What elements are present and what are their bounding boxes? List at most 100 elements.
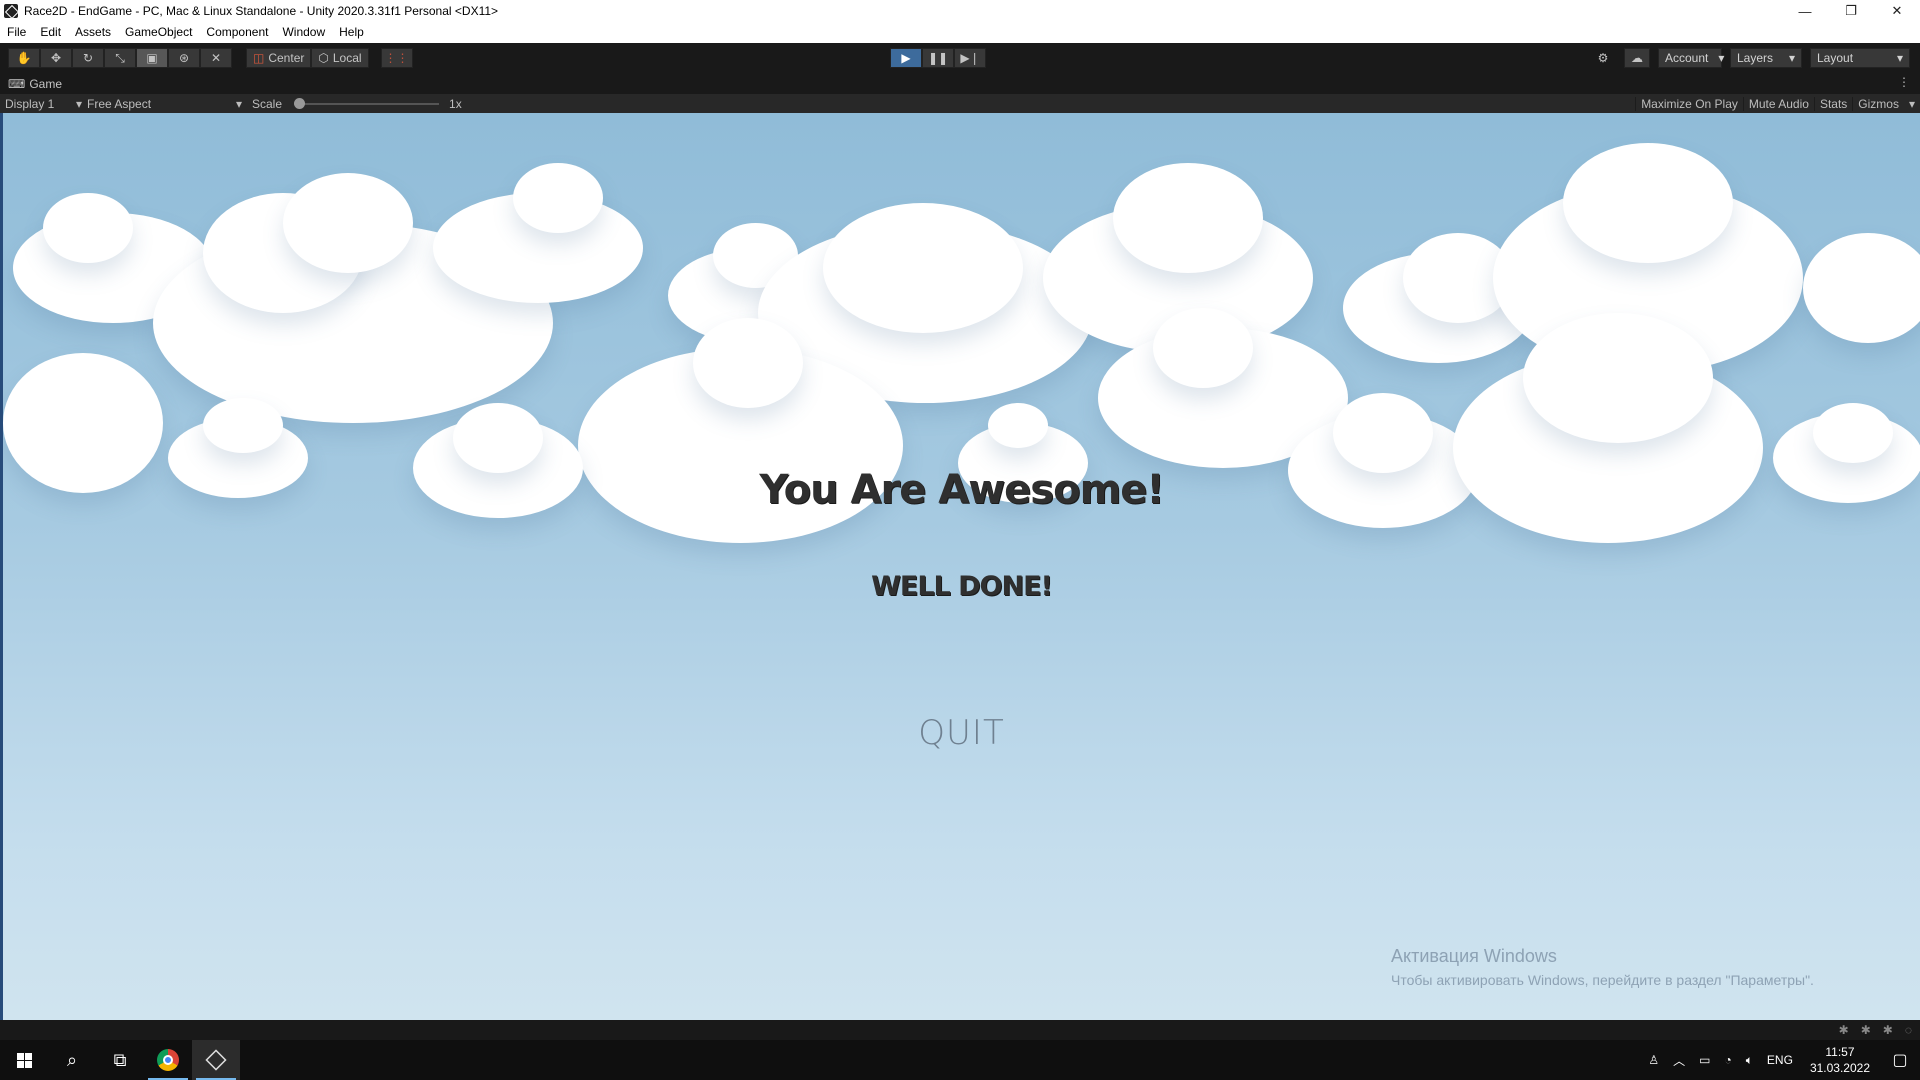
cloud	[1563, 143, 1733, 263]
step-button[interactable]: ▶❘	[954, 48, 986, 68]
taskbar-chrome[interactable]	[144, 1040, 192, 1080]
clock[interactable]: 11:57 31.03.2022	[1800, 1044, 1880, 1076]
layout-dropdown[interactable]: Layout ▾	[1810, 48, 1910, 68]
cloud	[693, 318, 803, 408]
pause-button[interactable]: ❚❚	[922, 48, 954, 68]
start-button[interactable]	[0, 1040, 48, 1080]
pivot-local-label: Local	[332, 51, 362, 65]
cloud	[1523, 313, 1713, 443]
volume-icon[interactable]: 🔈︎	[1739, 1053, 1760, 1068]
account-dropdown[interactable]: Account ▾	[1658, 48, 1725, 68]
minimize-button[interactable]: —	[1782, 0, 1828, 22]
menu-file[interactable]: File	[0, 22, 33, 43]
bug-icon[interactable]: ✱	[1839, 1023, 1849, 1037]
close-button[interactable]: ✕	[1874, 0, 1920, 22]
windows-activation-watermark: Активация Windows Чтобы активировать Win…	[1391, 946, 1814, 988]
bug-icon[interactable]: ✱	[1883, 1023, 1893, 1037]
pivot-icon: ◫	[253, 51, 265, 65]
scale-value: 1x	[449, 96, 462, 111]
cloud	[1803, 233, 1920, 343]
game-tab[interactable]: ⌨ Game	[0, 77, 62, 91]
cloud	[1113, 163, 1263, 273]
rotate-icon: ↻	[82, 51, 94, 65]
people-icon[interactable]: ♙	[1641, 1053, 1666, 1067]
menu-assets[interactable]: Assets	[68, 22, 118, 43]
layers-dropdown[interactable]: Layers ▾	[1730, 48, 1802, 68]
toolbar-right: ⚙ ☁ Account ▾ Layers ▾ Layout ▾	[1590, 48, 1910, 68]
display-label: Display 1	[5, 96, 55, 111]
clock-time: 11:57	[1825, 1045, 1855, 1059]
maximize-button[interactable]: ❐	[1828, 0, 1874, 22]
play-button[interactable]: ▶	[890, 48, 922, 68]
aspect-label: Free Aspect	[87, 96, 152, 111]
chevron-down-icon: ▾	[1718, 51, 1725, 65]
game-view: You Are Awesome! WELL DONE! QUIT Активац…	[3, 113, 1920, 1020]
chevron-down-icon: ▾	[1788, 51, 1795, 65]
task-view-button[interactable]: ⧉	[96, 1040, 144, 1080]
menu-component[interactable]: Component	[199, 22, 275, 43]
move-tool-button[interactable]: ✥	[40, 48, 72, 68]
rect-tool-button[interactable]: ▣	[136, 48, 168, 68]
menu-window[interactable]: Window	[275, 22, 332, 43]
search-button[interactable]: ⌕	[48, 1040, 96, 1080]
cloud	[203, 398, 283, 453]
watermark-text: Чтобы активировать Windows, перейдите в …	[1391, 972, 1814, 988]
gizmos-dropdown-icon[interactable]: ▾	[1904, 97, 1920, 111]
watermark-title: Активация Windows	[1391, 946, 1557, 966]
rotate-tool-button[interactable]: ↻	[72, 48, 104, 68]
bug-icon[interactable]: ✱	[1861, 1023, 1871, 1037]
grid-snap-button[interactable]: ⋮⋮	[380, 48, 413, 68]
menu-gameobject[interactable]: GameObject	[118, 22, 199, 43]
cloud	[1333, 393, 1433, 473]
quit-button[interactable]: QUIT	[3, 713, 1920, 753]
custom-tool-button[interactable]: ✕	[200, 48, 232, 68]
language-indicator[interactable]: ENG	[1760, 1053, 1800, 1067]
clock-date: 31.03.2022	[1809, 1061, 1870, 1075]
move-icon: ✥	[50, 51, 62, 65]
menu-help[interactable]: Help	[332, 22, 371, 43]
aspect-dropdown[interactable]: Free Aspect ▾	[82, 97, 242, 111]
scale-label: Scale	[252, 96, 283, 111]
cloud	[1153, 308, 1253, 388]
game-subheadline: WELL DONE!	[871, 571, 1053, 602]
mute-audio-toggle[interactable]: Mute Audio	[1742, 96, 1814, 111]
layers-label: Layers	[1737, 51, 1774, 65]
scale-slider[interactable]	[294, 97, 440, 109]
taskbar-unity[interactable]	[192, 1040, 240, 1080]
game-tab-label: Game	[29, 76, 63, 91]
play-icon: ▶	[901, 51, 911, 65]
battery-icon[interactable]: ▭	[1692, 1053, 1717, 1067]
display-dropdown[interactable]: Display 1 ▾	[0, 97, 82, 111]
pivot-center-button[interactable]: ◫ Center	[246, 48, 312, 68]
transform-tool-button[interactable]: ⊛	[168, 48, 200, 68]
scale-icon: ⤡	[115, 50, 125, 65]
pivot-local-button[interactable]: ⬡ Local	[311, 48, 369, 68]
pause-icon: ❚❚	[927, 51, 949, 65]
notifications-icon[interactable]: ▢	[1880, 1040, 1920, 1080]
gizmos-toggle[interactable]: Gizmos	[1852, 96, 1904, 111]
progress-icon[interactable]: ◌	[1905, 1023, 1912, 1037]
wifi-icon[interactable]: ◔	[1717, 1053, 1738, 1067]
cloud	[513, 163, 603, 233]
game-tab-header: ⌨ Game ⋮	[0, 73, 1920, 94]
cloud-button[interactable]: ☁	[1624, 48, 1650, 68]
custom-tool-icon: ✕	[210, 51, 222, 65]
layout-label: Layout	[1817, 51, 1854, 65]
game-headline: You Are Awesome!	[759, 467, 1164, 513]
editor-status-bar: ✱ ✱ ✱ ◌	[0, 1020, 1920, 1040]
game-view-options: Maximize On Play Mute Audio Stats Gizmos…	[1635, 94, 1920, 113]
cloud	[1813, 403, 1893, 463]
tab-menu-icon[interactable]: ⋮	[1898, 75, 1910, 89]
window-titlebar: Race2D - EndGame - PC, Mac & Linux Stand…	[0, 0, 1920, 22]
chevron-up-icon[interactable]: ︿	[1666, 1052, 1692, 1069]
transform-icon: ⊛	[178, 51, 190, 65]
collab-button[interactable]: ⚙	[1590, 48, 1616, 68]
menu-edit[interactable]: Edit	[33, 22, 68, 43]
cloud-icon: ☁	[1631, 51, 1643, 65]
stats-toggle[interactable]: Stats	[1813, 96, 1852, 111]
scale-tool-button[interactable]: ⤡	[104, 48, 136, 68]
scale-slider-knob[interactable]	[294, 97, 306, 109]
hand-tool-button[interactable]: ✋	[8, 48, 40, 68]
rect-icon: ▣	[146, 51, 158, 65]
maximize-on-play-toggle[interactable]: Maximize On Play	[1635, 96, 1743, 111]
